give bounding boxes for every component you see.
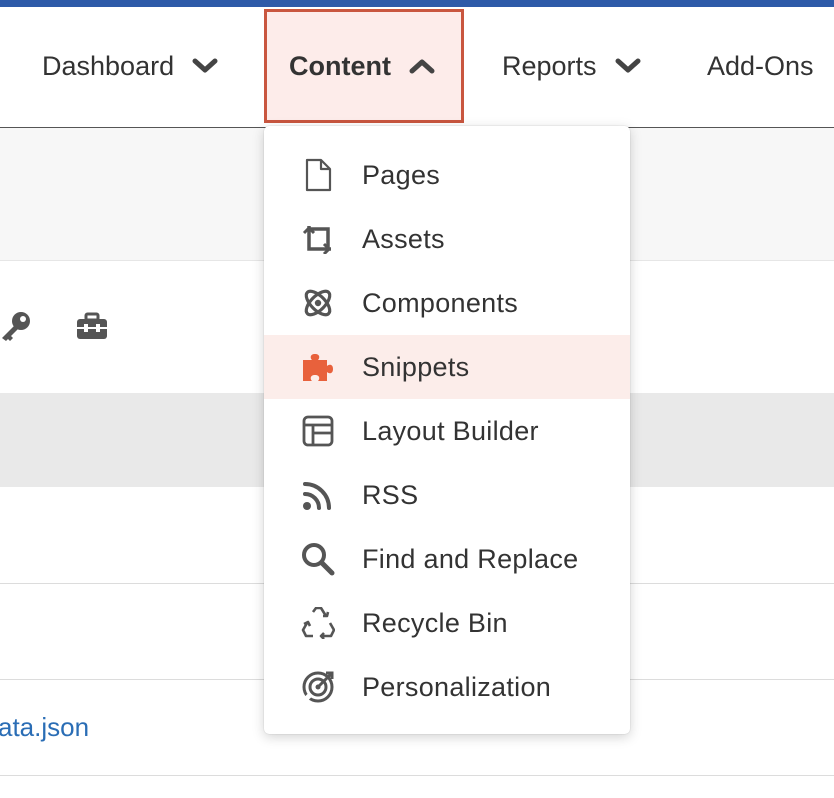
content-dropdown-menu: Pages Assets Components Snippets Layout … <box>264 126 630 734</box>
toolbox-icon[interactable] <box>76 312 108 345</box>
chevron-up-icon <box>409 57 435 75</box>
menu-item-layout-builder[interactable]: Layout Builder <box>264 399 630 463</box>
menu-item-label: Layout Builder <box>362 415 539 446</box>
menu-item-find-and-replace[interactable]: Find and Replace <box>264 527 630 591</box>
nav-reports-label: Reports <box>502 50 597 81</box>
target-icon <box>300 669 336 705</box>
menu-item-label: Components <box>362 287 519 318</box>
file-link[interactable]: ata.json <box>0 712 89 743</box>
nav-content-label: Content <box>289 50 391 81</box>
atom-icon <box>300 285 336 321</box>
crop-icon <box>300 221 336 257</box>
menu-item-label: Pages <box>362 159 441 190</box>
nav-dashboard[interactable]: Dashboard <box>42 7 218 125</box>
menu-item-personalization[interactable]: Personalization <box>264 655 630 719</box>
main-nav: Dashboard Content Reports Add-Ons <box>0 7 834 128</box>
menu-item-pages[interactable]: Pages <box>264 143 630 207</box>
menu-item-rss[interactable]: RSS <box>264 463 630 527</box>
page-icon <box>300 157 336 193</box>
menu-item-label: Snippets <box>362 351 470 382</box>
recycle-icon <box>300 605 336 641</box>
puzzle-icon <box>300 349 336 385</box>
nav-add-ons[interactable]: Add-Ons <box>707 7 814 125</box>
key-icon[interactable] <box>0 310 32 347</box>
menu-item-label: RSS <box>362 479 419 510</box>
chevron-down-icon <box>615 57 641 75</box>
nav-dashboard-label: Dashboard <box>42 50 175 81</box>
layout-icon <box>300 413 336 449</box>
rss-icon <box>300 477 336 513</box>
top-accent-bar <box>0 0 834 7</box>
menu-item-snippets[interactable]: Snippets <box>264 335 630 399</box>
menu-item-label: Find and Replace <box>362 543 579 574</box>
menu-item-label: Personalization <box>362 671 552 702</box>
chevron-down-icon <box>192 57 218 75</box>
nav-reports[interactable]: Reports <box>502 7 641 125</box>
menu-item-assets[interactable]: Assets <box>264 207 630 271</box>
menu-item-label: Assets <box>362 223 445 254</box>
nav-add-ons-label: Add-Ons <box>707 50 814 81</box>
menu-item-components[interactable]: Components <box>264 271 630 335</box>
search-icon <box>300 541 336 577</box>
menu-item-recycle-bin[interactable]: Recycle Bin <box>264 591 630 655</box>
menu-item-label: Recycle Bin <box>362 607 508 638</box>
nav-content[interactable]: Content <box>264 9 464 123</box>
